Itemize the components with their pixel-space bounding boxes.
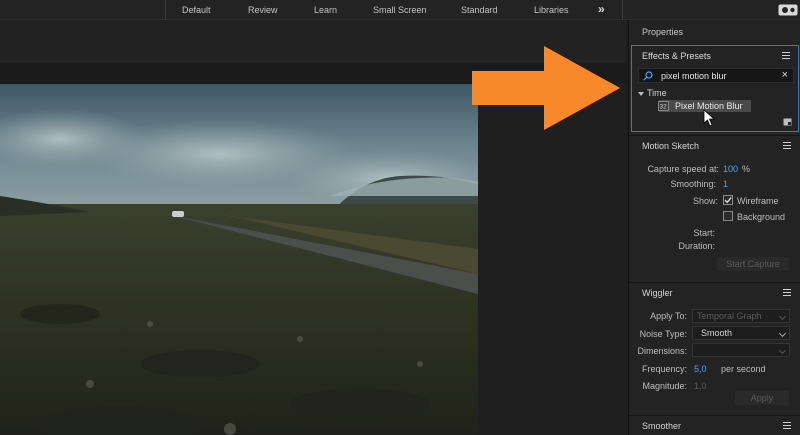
start-label: Start:: [693, 228, 715, 238]
search-icon: [643, 71, 653, 81]
dimensions-dropdown[interactable]: [692, 343, 790, 357]
frequency-value[interactable]: 5,0: [694, 364, 707, 374]
motion-sketch-title[interactable]: Motion Sketch: [642, 141, 699, 151]
panel-menu-icon[interactable]: [782, 52, 790, 59]
more-workspaces-icon[interactable]: »: [598, 0, 605, 20]
workspace-tab-libraries[interactable]: Libraries: [534, 0, 569, 20]
category-time[interactable]: Time: [638, 88, 667, 98]
background-label: Background: [737, 212, 786, 222]
magnitude-label: Magnitude:: [642, 381, 687, 391]
wireframe-checkbox[interactable]: [723, 195, 733, 205]
clear-search-icon[interactable]: ×: [782, 69, 788, 81]
effects-presets-panel: Effects & Presets pixel motion blur × Ti…: [631, 45, 799, 132]
chevron-down-icon: [778, 329, 787, 338]
wiggler-title[interactable]: Wiggler: [642, 288, 673, 298]
check-icon: [724, 197, 732, 204]
category-label: Time: [647, 88, 667, 98]
camera-icon[interactable]: [778, 4, 798, 16]
divider: [165, 0, 166, 20]
panel-menu-icon[interactable]: [783, 142, 791, 149]
frequency-unit: per second: [721, 364, 766, 374]
effects-presets-title[interactable]: Effects & Presets: [642, 51, 711, 61]
mouse-cursor-icon: [703, 109, 716, 127]
magnitude-value[interactable]: 1,0: [694, 381, 707, 391]
new-preset-icon[interactable]: [783, 118, 792, 126]
search-query: pixel motion blur: [661, 71, 727, 81]
workspace-tab-small-screen[interactable]: Small Screen: [373, 0, 427, 20]
smoothing-value[interactable]: 1: [723, 179, 728, 189]
workspace-tab-standard[interactable]: Standard: [461, 0, 498, 20]
show-label: Show:: [692, 196, 718, 206]
effect-icon: 32: [658, 101, 669, 111]
chevron-down-icon: [778, 346, 787, 355]
noise-type-dropdown[interactable]: Smooth: [692, 326, 790, 340]
smoothing-label: Smoothing:: [670, 179, 716, 189]
capture-speed-unit: %: [742, 164, 751, 174]
svg-text:32: 32: [660, 104, 668, 111]
wireframe-label: Wireframe: [737, 196, 779, 206]
effects-search-field[interactable]: pixel motion blur ×: [638, 68, 794, 83]
apply-to-label: Apply To:: [650, 311, 687, 321]
frequency-label: Frequency:: [641, 364, 687, 374]
workspace-bar: Default Review Learn Small Screen Standa…: [0, 0, 800, 20]
workspace-tab-default[interactable]: Default: [182, 0, 211, 20]
noise-type-value: Smooth: [701, 328, 733, 338]
divider: [622, 0, 623, 20]
duration-label: Duration:: [678, 241, 715, 251]
panel-menu-icon[interactable]: [783, 422, 791, 429]
capture-speed-label: Capture speed at:: [647, 164, 719, 174]
properties-panel-title[interactable]: Properties: [642, 27, 683, 37]
smoother-header: Smoother: [629, 415, 800, 435]
smoother-title[interactable]: Smoother: [642, 421, 681, 431]
chevron-down-icon: [778, 312, 787, 321]
viewer-pasteboard: [478, 84, 626, 435]
apply-button[interactable]: Apply: [735, 391, 789, 405]
apply-to-dropdown[interactable]: Temporal Graph: [692, 309, 790, 323]
apply-to-value: Temporal Graph: [697, 311, 762, 321]
right-panel: Properties Effects & Presets pixel motio…: [628, 20, 800, 435]
workspace-tab-review[interactable]: Review: [248, 0, 278, 20]
disclosure-triangle-icon[interactable]: [638, 91, 644, 96]
motion-sketch-header: Motion Sketch: [629, 135, 800, 155]
start-capture-button[interactable]: Start Capture: [717, 257, 789, 271]
video-frame-landscape[interactable]: [0, 84, 478, 435]
dimensions-label: Dimensions:: [637, 346, 687, 356]
workspace-tab-learn[interactable]: Learn: [314, 0, 337, 20]
wiggler-header: Wiggler: [629, 282, 800, 304]
orange-arrow-annotation: [472, 46, 620, 130]
background-checkbox[interactable]: [723, 211, 733, 221]
capture-speed-value[interactable]: 100: [723, 164, 738, 174]
panel-menu-icon[interactable]: [783, 289, 791, 296]
noise-type-label: Noise Type:: [639, 329, 687, 339]
